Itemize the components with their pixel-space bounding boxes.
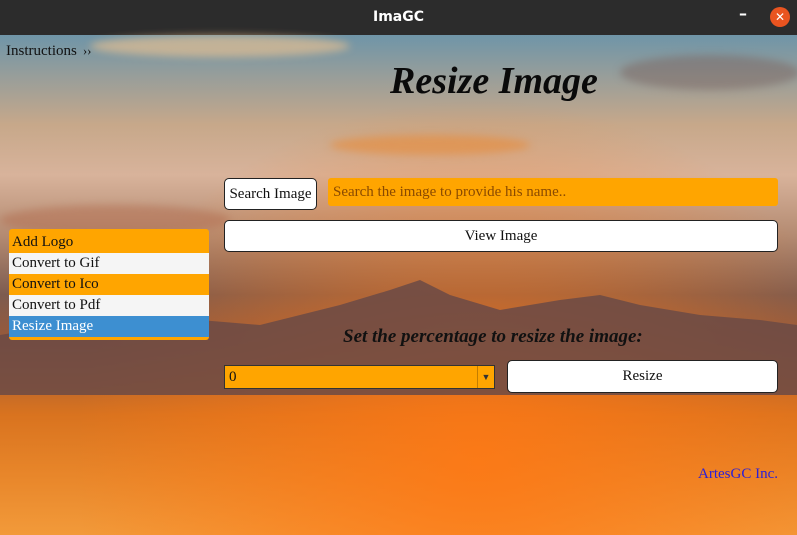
app-window: ImaGC – ✕ Instructions ›› Resize Image Se…	[0, 0, 797, 535]
minimize-icon[interactable]: –	[739, 4, 755, 24]
list-item-convert-gif[interactable]: Convert to Gif	[9, 253, 209, 274]
chevron-down-icon[interactable]: ▼	[477, 366, 494, 388]
percentage-select[interactable]: 0 ▼	[224, 365, 495, 389]
background-landscape: Instructions ›› Resize Image Search Image…	[0, 35, 797, 535]
instructions-menu[interactable]: Instructions ››	[6, 43, 92, 60]
chevron-right-icon: ››	[82, 43, 92, 58]
close-icon[interactable]: ✕	[770, 7, 790, 27]
cloud-decoration	[90, 35, 350, 57]
page-title: Resize Image	[390, 60, 598, 102]
window-title: ImaGC	[372, 9, 424, 25]
cloud-decoration	[620, 55, 797, 90]
search-input[interactable]: Search the image to provide his name..	[328, 178, 778, 206]
cloud-decoration	[330, 135, 530, 155]
percentage-prompt: Set the percentage to resize the image:	[343, 326, 643, 347]
list-item-resize-image[interactable]: Resize Image	[9, 316, 209, 337]
tools-list: Add Logo Convert to Gif Convert to Ico C…	[9, 229, 209, 340]
instructions-label: Instructions	[6, 43, 77, 59]
footer-link[interactable]: ArtesGC Inc.	[698, 466, 778, 483]
list-item-convert-ico[interactable]: Convert to Ico	[9, 274, 209, 295]
list-item-add-logo[interactable]: Add Logo	[9, 232, 209, 253]
view-image-button[interactable]: View Image	[224, 220, 778, 252]
percentage-value: 0	[229, 369, 237, 385]
search-image-button[interactable]: Search Image	[224, 178, 317, 210]
title-bar: ImaGC – ✕	[0, 0, 797, 35]
list-item-convert-pdf[interactable]: Convert to Pdf	[9, 295, 209, 316]
resize-button[interactable]: Resize	[507, 360, 778, 393]
